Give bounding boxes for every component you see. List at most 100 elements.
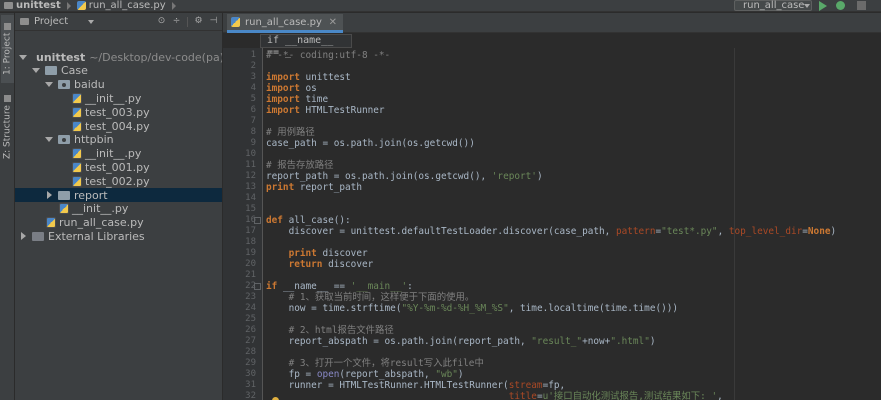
- code-line: return discover: [288, 259, 374, 270]
- package-icon: [58, 80, 70, 90]
- line-number: 21: [245, 270, 256, 280]
- project-tool-tab[interactable]: 1: Project: [1, 15, 14, 83]
- python-file-icon: [72, 120, 82, 132]
- breadcrumb-project[interactable]: unittest: [0, 0, 71, 12]
- python-file-icon: [72, 106, 82, 118]
- structure-icon: [4, 95, 11, 103]
- run-configuration-dropdown[interactable]: run_all_case: [734, 0, 812, 11]
- line-number: 14: [245, 193, 256, 203]
- tree-item-label: Case: [61, 64, 88, 78]
- tree-folder-item[interactable]: report: [15, 188, 222, 202]
- python-file-icon: [72, 175, 82, 187]
- line-number: 27: [245, 336, 256, 346]
- hide-icon[interactable]: ⊣: [209, 17, 218, 26]
- tree-item-label: __init__.py: [85, 147, 142, 161]
- chevron-right-icon[interactable]: [47, 191, 52, 199]
- chevron-right-icon[interactable]: [21, 232, 26, 241]
- fold-toggle-icon[interactable]: [254, 283, 261, 290]
- line-number: 28: [245, 347, 256, 357]
- collapse-all-icon[interactable]: ÷: [172, 17, 181, 26]
- scroll-from-source-icon[interactable]: ⊙: [157, 17, 166, 26]
- folder-icon: [45, 66, 57, 76]
- stop-icon[interactable]: [857, 1, 866, 10]
- code-line: # -*- coding:utf-8 -*-: [266, 50, 391, 61]
- chevron-down-icon[interactable]: [45, 137, 53, 143]
- tree-file-item[interactable]: run_all_case.py: [15, 216, 222, 230]
- tab-run-all-case[interactable]: run_all_case.py ✕: [227, 14, 343, 33]
- tree-item-label: unittest: [36, 50, 86, 64]
- line-number: 16: [245, 215, 256, 225]
- line-number: 9: [250, 138, 256, 148]
- tree-folder-item[interactable]: External Libraries: [15, 229, 222, 243]
- debug-icon[interactable]: [836, 1, 845, 10]
- code-line: # 1、获取当前时间，这样便于下面的使用。: [266, 292, 475, 303]
- tree-file-item[interactable]: __init__.py: [15, 202, 222, 216]
- fold-toggle-icon[interactable]: [254, 217, 261, 224]
- line-number: 11: [245, 160, 256, 170]
- code-line: # 报告存放路径: [266, 160, 334, 171]
- divider: [187, 16, 188, 27]
- right-margin-guide: [734, 48, 735, 400]
- python-file-icon: [72, 92, 82, 104]
- run-icon[interactable]: [819, 1, 827, 11]
- line-number: 26: [245, 325, 256, 335]
- line-number: 13: [245, 182, 256, 192]
- python-file-icon: [46, 217, 56, 229]
- breadcrumb-separator-icon: [171, 1, 176, 10]
- tool-window-stripe: 1: Project Z: Structure: [0, 13, 15, 400]
- editor-area: run_all_case.py ✕ if __name__ == _ 12345…: [223, 13, 881, 400]
- line-number: 32: [245, 391, 256, 400]
- breadcrumb-project-label: unittest: [16, 0, 61, 11]
- code-breadcrumb[interactable]: if __name__ == _: [260, 34, 352, 58]
- folder-icon: [4, 2, 13, 9]
- tree-file-item[interactable]: test_002.py: [15, 174, 222, 188]
- close-icon[interactable]: ✕: [329, 17, 337, 28]
- tree-item-label: __init__.py: [85, 91, 142, 105]
- project-icon: [4, 22, 11, 30]
- editor-tab-bar: run_all_case.py ✕: [223, 13, 881, 33]
- code-line: case_path = os.path.join(os.getcwd()): [266, 138, 475, 149]
- breadcrumb-file[interactable]: run_all_case.py: [71, 0, 176, 12]
- code-line: report_abspath = os.path.join(report_pat…: [266, 336, 656, 347]
- structure-tool-tab[interactable]: Z: Structure: [1, 93, 14, 161]
- chevron-down-icon[interactable]: [45, 82, 53, 88]
- code-line: discover = unittest.defaultTestLoader.di…: [266, 226, 837, 237]
- line-number: 18: [245, 237, 256, 247]
- navigation-bar: unittest run_all_case.py run_all_case: [0, 0, 881, 12]
- code-line: # 2、html报告文件路径: [266, 325, 394, 336]
- code-line: print discover: [288, 248, 368, 259]
- tree-item-label: baidu: [74, 78, 105, 92]
- line-number: 4: [250, 83, 256, 93]
- code-line: import HTMLTestRunner: [266, 105, 385, 116]
- code-line: title=u'接口自动化测试报告,测试结果如下: ',: [508, 391, 723, 400]
- tab-label: run_all_case.py: [245, 16, 322, 28]
- tree-folder-item[interactable]: unittest~/Desktop/dev-code(pa)/lear: [15, 50, 222, 64]
- tree-file-item[interactable]: test_003.py: [15, 105, 222, 119]
- tree-folder-item[interactable]: httpbin: [15, 133, 222, 147]
- tree-file-item[interactable]: __init__.py: [15, 91, 222, 105]
- tree-folder-item[interactable]: baidu: [15, 78, 222, 92]
- code-line: # 3、打开一个文件，将result写入此file中: [266, 358, 484, 369]
- tree-file-item[interactable]: __init__.py: [15, 147, 222, 161]
- tree-folder-item[interactable]: Case: [15, 64, 222, 78]
- chevron-down-icon[interactable]: [19, 54, 27, 60]
- chevron-down-icon[interactable]: [32, 68, 40, 74]
- python-file-icon: [72, 161, 82, 173]
- code-line: def all_case():: [266, 215, 351, 226]
- project-panel-header: Project ⊙ ÷ ⚙ ⊣: [15, 13, 222, 31]
- line-number: 22: [245, 281, 256, 291]
- python-file-icon: [59, 203, 69, 215]
- code-line: import time: [266, 94, 329, 105]
- gear-icon[interactable]: ⚙: [194, 17, 203, 26]
- tree-file-item[interactable]: test_004.py: [15, 119, 222, 133]
- tree-file-item[interactable]: test_001.py: [15, 160, 222, 174]
- code-editor[interactable]: # -*- coding:utf-8 -*- import unittest imp…: [266, 48, 866, 400]
- python-file-icon: [72, 148, 82, 160]
- line-number: 17: [245, 226, 256, 236]
- chevron-down-icon[interactable]: [88, 19, 95, 24]
- tree-item-label: report: [74, 188, 108, 202]
- tree-item-label: External Libraries: [48, 229, 145, 243]
- package-icon: [58, 135, 70, 145]
- project-view-selector[interactable]: Project: [34, 16, 68, 27]
- project-tool-tab-label: 1: Project: [2, 32, 13, 76]
